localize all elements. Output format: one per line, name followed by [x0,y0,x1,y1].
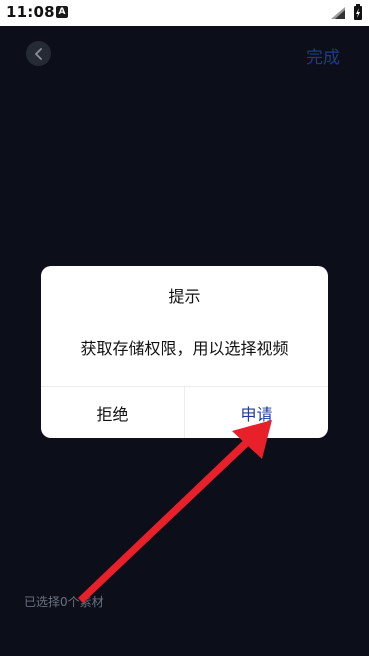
status-bar: 11:08 A [0,0,369,26]
signal-icon [331,7,345,19]
dialog-message: 获取存储权限，用以选择视频 [80,339,289,358]
chevron-left-icon [34,47,42,60]
permission-dialog: 提示 获取存储权限，用以选择视频 拒绝 申请 [41,266,328,438]
done-button[interactable]: 完成 [306,43,340,68]
battery-icon [354,4,362,20]
back-button[interactable] [26,41,51,66]
status-time: 11:08 [6,3,55,21]
dialog-title: 提示 [168,287,201,306]
refuse-button[interactable]: 拒绝 [41,387,184,438]
notification-app-icon: A [56,6,68,18]
apply-button[interactable]: 申请 [185,387,328,438]
selected-count-text: 已选择0个素材 [24,595,104,609]
